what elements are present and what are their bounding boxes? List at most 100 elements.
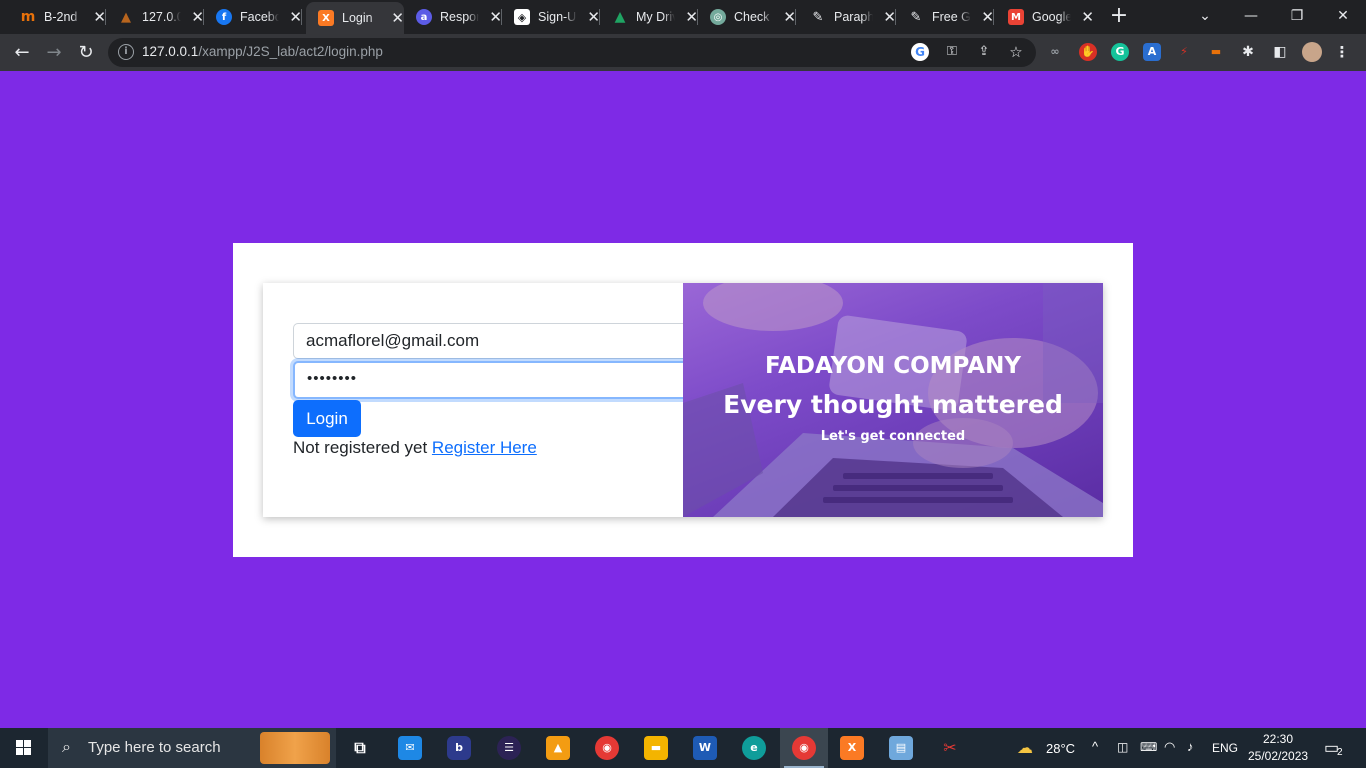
mail-icon[interactable]: ✉	[398, 736, 422, 760]
clock-date[interactable]: 25/02/2023	[1248, 749, 1308, 763]
notepad-icon[interactable]: ▤	[889, 736, 913, 760]
translate-icon[interactable]: A	[1143, 43, 1161, 61]
tab-favicon-icon: ◈	[514, 9, 530, 25]
chrome-icon[interactable]: ◉	[595, 736, 619, 760]
xampp-icon: X	[318, 10, 334, 26]
extension-glasses-icon[interactable]: ∞	[1046, 43, 1064, 61]
email-field[interactable]: acmaflorel@gmail.com	[293, 323, 685, 359]
edge-icon[interactable]: e	[742, 736, 766, 760]
tab-search-chevron-icon[interactable]: ⌄	[1182, 0, 1228, 34]
extension-red-icon[interactable]: ⚡	[1175, 43, 1193, 61]
register-link[interactable]: Register Here	[432, 438, 537, 457]
windows-start-button[interactable]	[0, 728, 48, 768]
eclipse-icon[interactable]: ☰	[497, 736, 521, 760]
file-explorer-icon[interactable]: ▬	[644, 736, 668, 760]
weather-icon[interactable]: ☁	[1013, 736, 1037, 760]
company-name: FADAYON COMPANY	[765, 353, 1021, 379]
tab-10[interactable]: M Google ✕	[996, 0, 1094, 34]
password-field[interactable]: ••••••••	[293, 361, 685, 399]
clock-time[interactable]: 22:30	[1263, 732, 1293, 746]
url-path: /xampp/J2S_lab/act2/login.php	[198, 44, 383, 59]
tab-8[interactable]: ✎ Paraphrase ✕	[798, 0, 896, 34]
volume-icon[interactable]: ♪	[1187, 739, 1194, 754]
xampp-taskbar-icon[interactable]: X	[840, 736, 864, 760]
language-indicator[interactable]: ENG	[1212, 741, 1238, 755]
extensions-puzzle-icon[interactable]: ✱	[1239, 43, 1257, 61]
more-menu-icon[interactable]: ⋮	[1333, 43, 1351, 61]
tab-5[interactable]: ◈ Sign-Up ✕	[502, 0, 600, 34]
login-card: acmaflorel@gmail.com •••••••• Login Not …	[263, 283, 1103, 517]
tab-4[interactable]: a Response ✕	[404, 0, 502, 34]
search-placeholder: Type here to search	[88, 739, 221, 756]
extension-orange-icon[interactable]: ▬	[1207, 43, 1225, 61]
address-bar[interactable]: i 127.0.0.1/xampp/J2S_lab/act2/login.php…	[108, 38, 1036, 67]
new-tab-button[interactable]: +	[1107, 5, 1131, 29]
tab-2[interactable]: f Facebook ✕	[204, 0, 302, 34]
grammarly-icon[interactable]: G	[1111, 43, 1129, 61]
tab-favicon-icon: a	[416, 9, 432, 25]
browser-toolbar: ← → ↻ i 127.0.0.1/xampp/J2S_lab/act2/log…	[0, 34, 1366, 71]
share-icon[interactable]: ⇪	[975, 43, 993, 61]
tab-title: Paraphrase	[834, 10, 874, 24]
register-prompt: Not registered yet Register Here	[293, 438, 537, 458]
word-icon[interactable]: W	[693, 736, 717, 760]
tab-separator	[993, 9, 994, 25]
search-highlight-image	[260, 732, 330, 764]
wifi-icon[interactable]: ◠	[1164, 739, 1175, 755]
bookmark-star-icon[interactable]: ☆	[1007, 43, 1025, 61]
tab-favicon-icon: m	[20, 9, 36, 25]
tab-7[interactable]: ◎ Check ✕	[698, 0, 796, 34]
notification-count: 2	[1337, 747, 1343, 758]
shapes-app-icon[interactable]: ▲	[546, 736, 570, 760]
close-window-button[interactable]: ✕	[1320, 0, 1366, 34]
minimize-button[interactable]: —	[1228, 0, 1274, 34]
back-arrow-icon[interactable]: ←	[9, 40, 35, 66]
tab-1[interactable]: ▲ 127.0.0.1 ✕	[106, 0, 204, 34]
tab-title: Google	[1032, 10, 1072, 24]
tab-6[interactable]: ▲ My Drive ✕	[600, 0, 698, 34]
windows-taskbar: ⌕ Type here to search ⧉ ✉ b ☰ ▲ ◉ ▬ W e …	[0, 728, 1366, 768]
restore-button[interactable]: ❐	[1274, 0, 1320, 34]
snipping-tool-icon[interactable]: ✂	[938, 736, 962, 760]
company-subtitle: Let's get connected	[820, 429, 966, 444]
side-panel-icon[interactable]: ◧	[1271, 43, 1289, 61]
search-icon: ⌕	[62, 737, 71, 756]
tray-chevron-icon[interactable]: ^	[1092, 739, 1098, 754]
browser-tab-strip: m B-2nd ✕ ▲ 127.0.0.1 ✕ f Facebook ✕ X L…	[0, 0, 1366, 34]
input-method-icon[interactable]: ⌨	[1140, 740, 1157, 754]
forward-arrow-icon[interactable]: →	[41, 40, 67, 66]
weather-temperature[interactable]: 28°C	[1046, 741, 1075, 756]
tab-close-icon[interactable]: ✕	[1081, 9, 1094, 25]
site-info-icon[interactable]: i	[118, 44, 134, 60]
profile-avatar[interactable]	[1302, 42, 1322, 62]
reload-icon[interactable]: ↻	[73, 40, 99, 66]
tab-title: 127.0.0.1	[142, 10, 182, 24]
pen-icon: ✎	[812, 9, 824, 25]
bing-icon[interactable]: b	[447, 736, 471, 760]
key-icon[interactable]: ⚿	[943, 43, 961, 61]
task-view-icon[interactable]: ⧉	[348, 736, 372, 760]
tab-favicon-icon: ◎	[710, 9, 726, 25]
windows-logo-icon	[16, 740, 31, 755]
register-prompt-text: Not registered yet	[293, 438, 428, 457]
taskbar-search-box[interactable]: ⌕ Type here to search	[48, 728, 336, 768]
tab-3-active[interactable]: X Login ✕	[306, 2, 404, 34]
tab-0[interactable]: m B-2nd ✕	[8, 0, 106, 34]
tab-favicon-icon: ▲	[121, 9, 131, 25]
meet-now-icon[interactable]: ◫	[1117, 740, 1128, 754]
taskbar-active-app[interactable]: ◉	[780, 728, 828, 768]
login-container: acmaflorel@gmail.com •••••••• Login Not …	[233, 243, 1133, 557]
banner-image: FADAYON COMPANY Every thought mattered L…	[683, 283, 1103, 517]
chrome-profile-icon: ◉	[792, 736, 816, 760]
tab-title: Response	[440, 10, 479, 24]
google-lens-icon[interactable]: G	[911, 43, 929, 61]
tab-title: Check	[734, 10, 770, 24]
adblock-icon[interactable]: ✋	[1079, 43, 1097, 61]
url-host: 127.0.0.1	[142, 44, 199, 59]
tab-close-icon[interactable]: ✕	[391, 10, 404, 26]
google-meet-icon: M	[1008, 9, 1024, 25]
login-button[interactable]: Login	[293, 400, 361, 437]
tab-title: Facebook	[240, 10, 280, 24]
url-text[interactable]: 127.0.0.1/xampp/J2S_lab/act2/login.php	[142, 44, 383, 59]
tab-9[interactable]: ✎ Free G ✕	[896, 0, 994, 34]
